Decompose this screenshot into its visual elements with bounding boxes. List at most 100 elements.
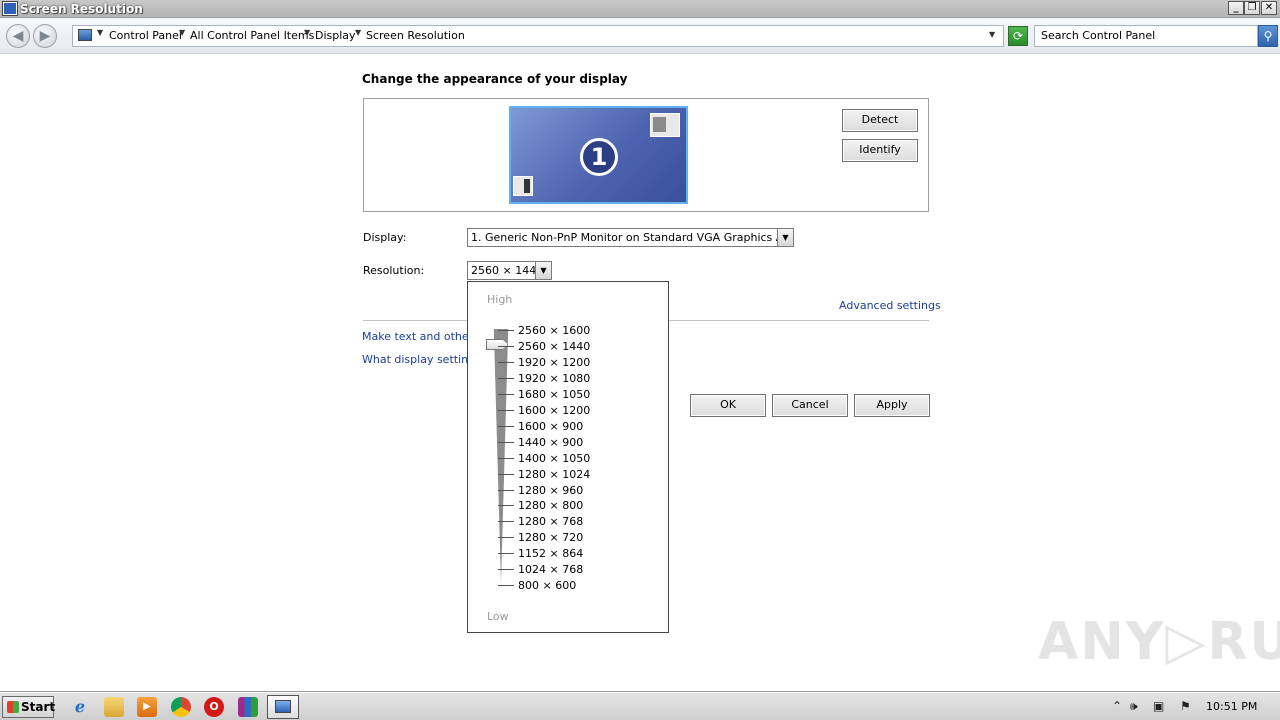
chevron-down-icon[interactable]: ▼ xyxy=(97,28,103,37)
close-button[interactable]: ✕ xyxy=(1261,1,1277,15)
resolution-low-label: Low xyxy=(487,610,509,623)
page-title: Change the appearance of your display xyxy=(362,72,628,86)
detect-button[interactable]: Detect xyxy=(842,109,918,132)
resolution-option[interactable]: 1280 × 720 xyxy=(518,531,583,544)
control-panel-window-icon xyxy=(3,2,17,15)
resolution-tick xyxy=(498,425,514,427)
display-select-value: 1. Generic Non-PnP Monitor on Standard V… xyxy=(471,231,794,244)
chevron-down-icon[interactable]: ▼ xyxy=(355,28,361,37)
monitor-preview-panel: 1 Detect Identify xyxy=(363,98,929,212)
network-icon[interactable]: ▣ xyxy=(1153,699,1164,713)
tray-expand-icon[interactable]: ⌃ xyxy=(1112,699,1122,713)
resolution-label: Resolution: xyxy=(363,264,425,277)
resolution-option[interactable]: 800 × 600 xyxy=(518,579,576,592)
resolution-tick xyxy=(498,505,514,507)
apply-button[interactable]: Apply xyxy=(854,394,930,417)
resolution-tick xyxy=(498,345,514,347)
advanced-settings-link[interactable]: Advanced settings xyxy=(839,299,941,312)
resolution-option[interactable]: 1280 × 768 xyxy=(518,515,583,528)
chevron-down-icon[interactable]: ▼ xyxy=(179,28,185,37)
search-icon[interactable]: ⚲ xyxy=(1258,25,1278,47)
back-button[interactable]: ◀ xyxy=(6,24,30,48)
refresh-icon[interactable]: ⟳ xyxy=(1008,26,1028,46)
resolution-option[interactable]: 1680 × 1050 xyxy=(518,388,590,401)
monitor-number: 1 xyxy=(580,138,618,176)
resolution-high-label: High xyxy=(487,293,513,306)
resolution-select-value: 2560 × 1440 xyxy=(471,264,544,277)
resolution-tick xyxy=(498,489,514,491)
breadcrumb[interactable]: ▼ Control Panel ▼ All Control Panel Item… xyxy=(72,25,1004,47)
resolution-tick xyxy=(498,377,514,379)
media-player-icon[interactable]: ▶ xyxy=(137,697,157,717)
resolution-tick xyxy=(498,457,514,459)
resolution-tick xyxy=(498,473,514,475)
resolution-option[interactable]: 2560 × 1600 xyxy=(518,324,590,337)
cancel-button[interactable]: Cancel xyxy=(772,394,848,417)
resolution-tick xyxy=(498,330,514,331)
windows-flag-icon xyxy=(7,701,19,713)
resolution-tick xyxy=(498,521,514,523)
monitor-1[interactable]: 1 xyxy=(509,106,688,204)
resolution-option[interactable]: 2560 × 1440 xyxy=(518,340,590,353)
search-input[interactable]: Search Control Panel xyxy=(1034,25,1258,47)
anyrun-watermark: ANY▷RUN xyxy=(1038,612,1280,672)
ok-button[interactable]: OK xyxy=(690,394,766,417)
resolution-tick xyxy=(498,393,514,395)
taskbar: Start ℯ ▶ O ⌃ 🕪 ▣ ⚑ 10:51 PM xyxy=(0,692,1280,720)
resolution-option[interactable]: 1600 × 1200 xyxy=(518,404,590,417)
resolution-option[interactable]: 1400 × 1050 xyxy=(518,452,590,465)
resolution-tick xyxy=(498,441,514,443)
breadcrumb-control-panel[interactable]: Control Panel xyxy=(109,29,182,42)
chrome-icon[interactable] xyxy=(171,697,191,717)
resolution-option[interactable]: 1280 × 1024 xyxy=(518,468,590,481)
breadcrumb-screen-resolution[interactable]: Screen Resolution xyxy=(366,29,465,42)
resolution-select[interactable]: 2560 × 1440 ▼ xyxy=(467,261,552,280)
resolution-tick xyxy=(498,585,514,587)
resolution-option[interactable]: 1152 × 864 xyxy=(518,547,583,560)
mini-window-icon xyxy=(513,176,533,196)
window-title: Screen Resolution xyxy=(20,2,143,16)
explorer-icon[interactable] xyxy=(104,697,124,717)
chevron-down-icon[interactable]: ▼ xyxy=(304,28,310,37)
resolution-tick xyxy=(498,361,514,363)
resolution-dropdown[interactable]: High 2560 × 1600 2560 × 1440 1920 × 1200 19… xyxy=(467,281,669,633)
action-center-flag-icon[interactable]: ⚑ xyxy=(1180,699,1191,713)
display-label: Display: xyxy=(363,231,407,244)
address-history-icon[interactable]: ▼ xyxy=(989,30,995,39)
control-panel-icon xyxy=(78,29,92,41)
display-select[interactable]: 1. Generic Non-PnP Monitor on Standard V… xyxy=(467,228,794,247)
resolution-slider-track[interactable] xyxy=(493,329,509,583)
taskbar-active-window[interactable] xyxy=(267,695,299,719)
resolution-tick xyxy=(498,569,514,571)
winrar-icon[interactable] xyxy=(238,697,258,717)
ie-icon[interactable]: ℯ xyxy=(70,697,90,717)
maximize-button[interactable]: ❐ xyxy=(1244,1,1260,15)
resolution-option[interactable]: 1440 × 900 xyxy=(518,436,583,449)
breadcrumb-display[interactable]: Display xyxy=(315,29,356,42)
minimize-button[interactable]: _ xyxy=(1228,1,1244,15)
opera-icon[interactable]: O xyxy=(204,697,224,717)
resolution-tick xyxy=(498,537,514,539)
resolution-option[interactable]: 1280 × 960 xyxy=(518,484,583,497)
address-bar: ◀ ▶ ▼ Control Panel ▼ All Control Panel … xyxy=(0,18,1280,54)
display-settings-help-link[interactable]: What display settings xyxy=(362,353,481,366)
clock[interactable]: 10:51 PM xyxy=(1206,700,1257,713)
resolution-option[interactable]: 1280 × 800 xyxy=(518,499,583,512)
identify-button[interactable]: Identify xyxy=(842,139,918,162)
resolution-option[interactable]: 1920 × 1200 xyxy=(518,356,590,369)
forward-button[interactable]: ▶ xyxy=(33,24,57,48)
screen-resolution-window: Screen Resolution _ ❐ ✕ ◀ ▶ ▼ Control Pa… xyxy=(0,0,1280,720)
resolution-option[interactable]: 1920 × 1080 xyxy=(518,372,590,385)
chevron-down-icon[interactable]: ▼ xyxy=(535,262,551,279)
start-button[interactable]: Start xyxy=(2,696,56,718)
breadcrumb-all-items[interactable]: All Control Panel Items xyxy=(190,29,314,42)
speaker-icon[interactable]: 🕪 xyxy=(1130,699,1138,714)
mini-window-icon xyxy=(650,113,680,137)
text-size-link[interactable]: Make text and other i xyxy=(362,330,480,343)
start-label: Start xyxy=(21,700,56,714)
control-panel-icon xyxy=(275,700,291,713)
chevron-down-icon[interactable]: ▼ xyxy=(777,229,793,246)
resolution-option[interactable]: 1024 × 768 xyxy=(518,563,583,576)
title-bar: Screen Resolution _ ❐ ✕ xyxy=(0,0,1280,18)
resolution-option[interactable]: 1600 × 900 xyxy=(518,420,583,433)
